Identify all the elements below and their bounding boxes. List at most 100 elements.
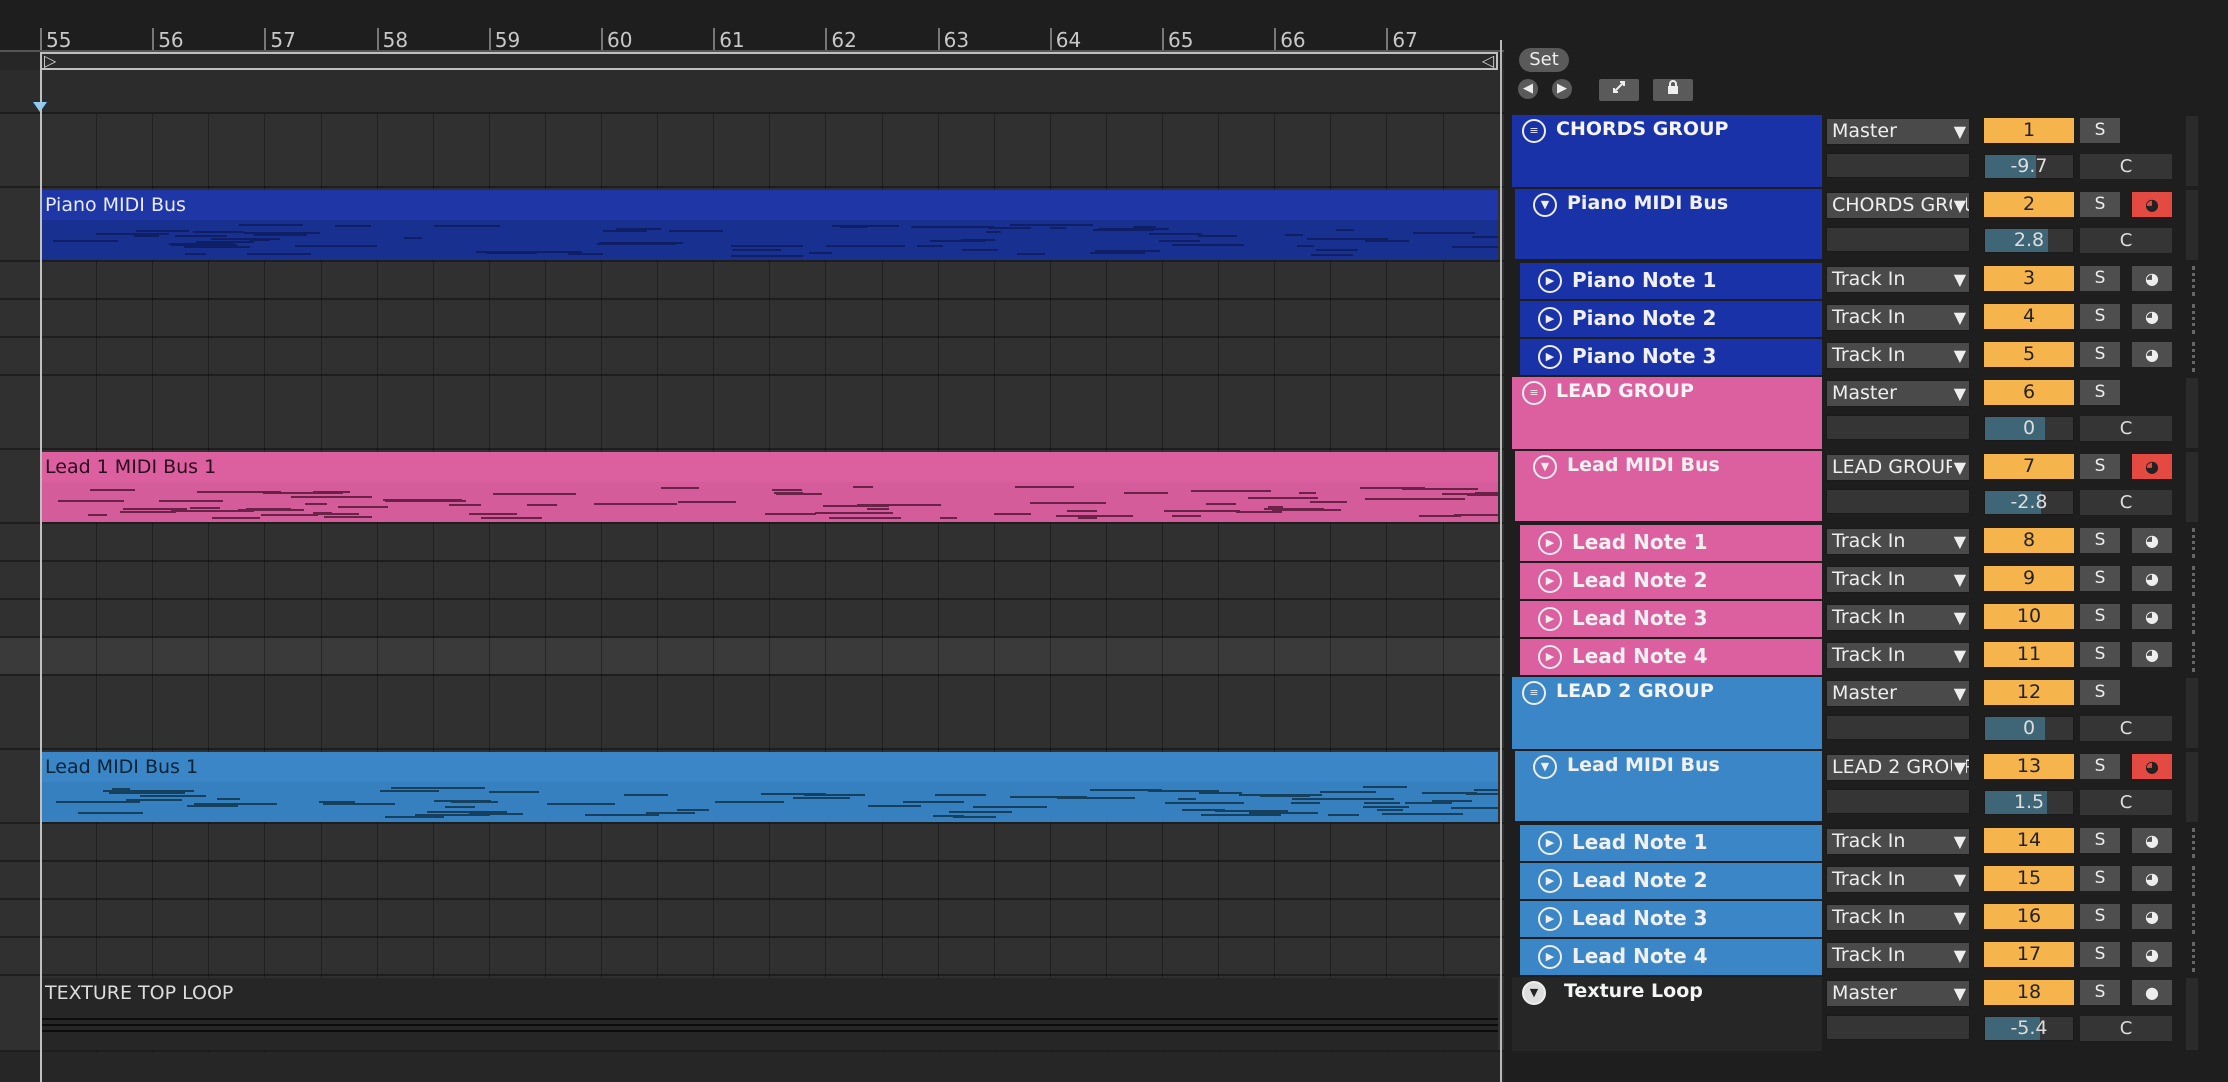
track-title-area[interactable]: ▼ Lead MIDI Bus — [1512, 451, 1822, 523]
play-device-icon[interactable]: ▶ — [1538, 345, 1562, 369]
marker-strip[interactable] — [0, 70, 1504, 114]
track-number[interactable]: 8 — [1984, 528, 2074, 553]
track-title-area[interactable]: ≡ LEAD 2 GROUP — [1512, 677, 1822, 749]
track-lane[interactable] — [0, 262, 1504, 300]
track-title-area[interactable]: ▶ Piano Note 1 — [1512, 263, 1822, 299]
solo-button[interactable]: S — [2080, 342, 2120, 367]
track-header[interactable]: ▶ Piano Note 1 Track In ▼ 3 S ◕ — [1512, 262, 2200, 300]
track-name[interactable]: Lead Note 4 — [1572, 644, 1708, 668]
volume-slider[interactable]: 0 — [1984, 416, 2074, 441]
monitor-arm-icon[interactable]: ◕ — [2132, 604, 2172, 629]
midi-clip[interactable]: Piano MIDI Bus — [40, 190, 1498, 260]
track-number[interactable]: 16 — [1984, 904, 2074, 929]
crossfade-button[interactable]: C — [2080, 490, 2172, 515]
solo-button[interactable]: S — [2080, 942, 2120, 967]
input-routing-select[interactable]: LEAD 2 GROUP ▼ — [1826, 754, 1970, 781]
input-routing-select[interactable]: Track In ▼ — [1826, 528, 1970, 555]
output-routing-select[interactable] — [1826, 489, 1970, 514]
track-name[interactable]: Lead Note 2 — [1572, 868, 1708, 892]
track-title-area[interactable]: ▶ Lead Note 4 — [1512, 639, 1822, 675]
track-title-area[interactable]: ▶ Piano Note 2 — [1512, 301, 1822, 337]
fold-chevron-icon[interactable]: ▼ — [1533, 455, 1557, 479]
track-header[interactable]: ≡ LEAD 2 GROUP Master ▼ 12 S 0 C — [1512, 676, 2200, 750]
track-header[interactable]: ▼ Texture Loop Master ▼ 18 S ● -5.4 C — [1512, 976, 2200, 1052]
track-name[interactable]: Lead Note 1 — [1572, 530, 1708, 554]
midi-clip[interactable]: Lead 1 MIDI Bus 1 — [40, 452, 1498, 522]
volume-slider[interactable]: -9.7 — [1984, 154, 2074, 179]
input-routing-select[interactable]: Track In ▼ — [1826, 904, 1970, 931]
track-title-area[interactable]: ▼ Texture Loop — [1512, 977, 1822, 1051]
next-locator-icon[interactable]: ▶ — [1552, 79, 1572, 99]
track-name[interactable]: Piano Note 1 — [1572, 268, 1716, 292]
track-number[interactable]: 7 — [1984, 454, 2074, 479]
play-device-icon[interactable]: ▶ — [1538, 307, 1562, 331]
track-number[interactable]: 6 — [1984, 380, 2074, 405]
crossfade-button[interactable]: C — [2080, 416, 2172, 441]
play-device-icon[interactable]: ▶ — [1538, 269, 1562, 293]
track-title-area[interactable]: ▼ Piano MIDI Bus — [1512, 189, 1822, 261]
input-routing-select[interactable]: Master ▼ — [1826, 118, 1970, 145]
solo-button[interactable]: S — [2080, 754, 2120, 779]
track-name[interactable]: Lead Note 3 — [1572, 606, 1708, 630]
track-title-area[interactable]: ▶ Lead Note 3 — [1512, 601, 1822, 637]
track-header[interactable]: ▶ Lead Note 1 Track In ▼ 14 S ◕ — [1512, 824, 2200, 862]
input-routing-select[interactable]: Track In ▼ — [1826, 566, 1970, 593]
track-header[interactable]: ▶ Lead Note 2 Track In ▼ 9 S ◕ — [1512, 562, 2200, 600]
monitor-arm-icon[interactable]: ◕ — [2132, 454, 2172, 479]
track-title-area[interactable]: ▶ Lead Note 1 — [1512, 825, 1822, 861]
solo-button[interactable]: S — [2080, 266, 2120, 291]
track-header[interactable]: ▶ Piano Note 3 Track In ▼ 5 S ◕ — [1512, 338, 2200, 376]
track-lane[interactable] — [0, 376, 1504, 450]
crossfade-button[interactable]: C — [2080, 228, 2172, 253]
track-name[interactable]: Lead Note 2 — [1572, 568, 1708, 592]
crossfade-button[interactable]: C — [2080, 716, 2172, 741]
solo-button[interactable]: S — [2080, 642, 2120, 667]
monitor-arm-icon[interactable]: ◕ — [2132, 904, 2172, 929]
track-header[interactable]: ▶ Piano Note 2 Track In ▼ 4 S ◕ — [1512, 300, 2200, 338]
volume-slider[interactable]: -2.8 — [1984, 490, 2074, 515]
track-header[interactable]: ▼Piano MIDI BusCHORDS GROUP▼2S◕2.8C — [1512, 188, 2200, 262]
volume-slider[interactable]: -5.4 — [1984, 1016, 2074, 1041]
track-title-area[interactable]: ≡ CHORDS GROUP — [1512, 115, 1822, 187]
track-lane[interactable] — [0, 638, 1504, 676]
track-header[interactable]: ≡ CHORDS GROUP Master ▼ 1 S -9.7 C — [1512, 114, 2200, 188]
track-number[interactable]: 2 — [1984, 192, 2074, 217]
input-routing-select[interactable]: Track In ▼ — [1826, 266, 1970, 293]
solo-button[interactable]: S — [2080, 866, 2120, 891]
play-device-icon[interactable]: ▶ — [1538, 645, 1562, 669]
play-device-icon[interactable]: ▶ — [1538, 531, 1562, 555]
monitor-arm-icon[interactable]: ◕ — [2132, 754, 2172, 779]
input-routing-select[interactable]: LEAD GROUP ▼ — [1826, 454, 1970, 481]
track-lane[interactable] — [0, 676, 1504, 750]
track-name[interactable]: Texture Loop — [1564, 980, 1703, 1002]
input-routing-select[interactable]: Track In ▼ — [1826, 342, 1970, 369]
output-routing-select[interactable] — [1826, 715, 1970, 740]
output-routing-select[interactable] — [1826, 1015, 1970, 1040]
monitor-arm-icon[interactable]: ◕ — [2132, 304, 2172, 329]
track-number[interactable]: 12 — [1984, 680, 2074, 705]
monitor-arm-icon[interactable]: ◕ — [2132, 342, 2172, 367]
volume-slider[interactable]: 0 — [1984, 716, 2074, 741]
track-lane[interactable] — [0, 600, 1504, 638]
monitor-arm-icon[interactable]: ◕ — [2132, 528, 2172, 553]
track-name[interactable]: Lead Note 1 — [1572, 830, 1708, 854]
monitor-arm-icon[interactable]: ◕ — [2132, 642, 2172, 667]
track-number[interactable]: 14 — [1984, 828, 2074, 853]
output-routing-select[interactable] — [1826, 789, 1970, 814]
lock-icon[interactable] — [1653, 79, 1693, 101]
group-fold-icon[interactable]: ≡ — [1522, 681, 1546, 705]
track-lane[interactable] — [0, 562, 1504, 600]
track-title-area[interactable]: ▶ Piano Note 3 — [1512, 339, 1822, 375]
track-lane[interactable] — [0, 938, 1504, 976]
track-number[interactable]: 11 — [1984, 642, 2074, 667]
previous-locator-icon[interactable]: ◀ — [1518, 79, 1538, 99]
track-header[interactable]: ▶ Lead Note 3 Track In ▼ 16 S ◕ — [1512, 900, 2200, 938]
track-name[interactable]: Lead MIDI Bus — [1567, 754, 1720, 776]
arrangement-view[interactable]: Piano MIDI Bus Lead 1 MIDI Bus 1 Lead MIDI… — [0, 114, 1504, 1082]
monitor-arm-icon[interactable]: ◕ — [2132, 828, 2172, 853]
monitor-arm-icon[interactable]: ◕ — [2132, 566, 2172, 591]
record-arm-icon[interactable]: ● — [2132, 980, 2172, 1005]
solo-button[interactable]: S — [2080, 304, 2120, 329]
loop-brace[interactable]: ▷ ◁ — [40, 52, 1498, 70]
track-number[interactable]: 15 — [1984, 866, 2074, 891]
